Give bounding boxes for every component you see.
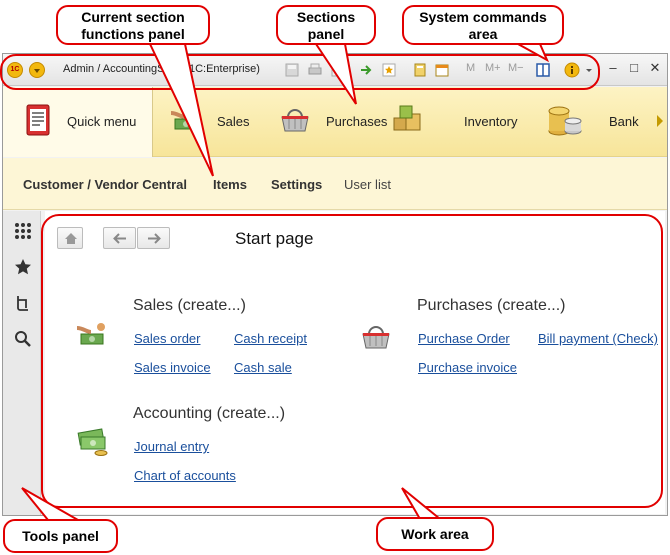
callout-tools-panel: Tools panel <box>3 519 118 553</box>
system-callout-pointer <box>517 43 550 63</box>
callout-work-area: Work area <box>376 517 494 551</box>
sections-callout-pointer <box>314 43 357 105</box>
callout-pointers <box>21 43 550 521</box>
tools-callout-pointer <box>21 487 82 521</box>
callout-system-commands: System commands area <box>402 5 564 45</box>
work-area-callout-pointer <box>401 487 443 520</box>
callout-functions-panel: Current section functions panel <box>56 5 210 45</box>
callout-sections-panel: Sections panel <box>276 5 376 45</box>
functions-callout-pointer <box>148 43 214 177</box>
